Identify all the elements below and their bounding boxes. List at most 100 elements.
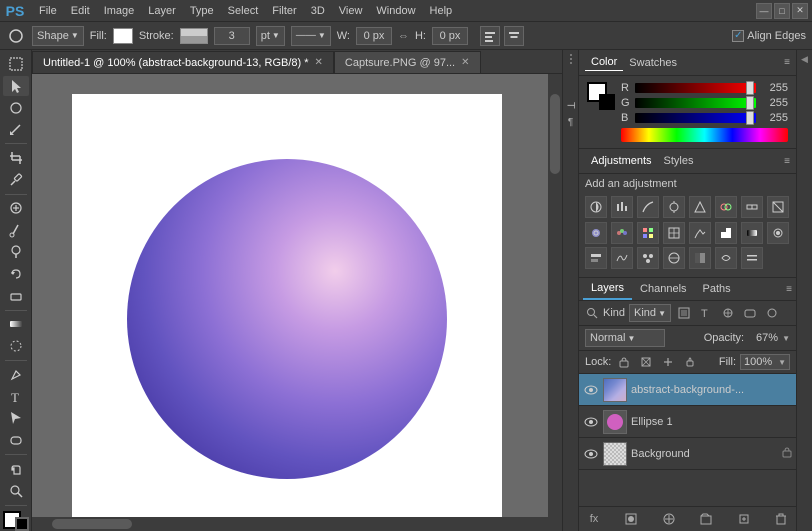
history-brush-tool[interactable] <box>3 264 29 284</box>
styles-tab[interactable]: Styles <box>658 153 700 169</box>
menu-layer[interactable]: Layer <box>141 3 183 19</box>
layer-visibility-button-ellipse[interactable] <box>583 414 599 430</box>
vertical-scrollbar-thumb[interactable] <box>550 94 560 174</box>
marquee-tool[interactable] <box>3 54 29 74</box>
type-layer-filter-button[interactable]: T <box>697 304 715 322</box>
channel-mixer-button[interactable] <box>611 222 633 244</box>
layer-item-background[interactable]: Background <box>579 438 796 470</box>
stroke-unit-dropdown[interactable]: pt ▼ <box>256 26 285 46</box>
menu-3d[interactable]: 3D <box>304 3 332 19</box>
create-group-button[interactable] <box>697 510 715 528</box>
expand-panels-button[interactable] <box>565 54 577 94</box>
width-input[interactable]: 0 px <box>356 27 392 45</box>
curves-button[interactable] <box>637 196 659 218</box>
menu-filter[interactable]: Filter <box>265 3 303 19</box>
blend-mode-dropdown[interactable]: Normal ▼ <box>585 329 665 347</box>
lock-image-button[interactable] <box>637 353 655 371</box>
layer-item-ellipse[interactable]: Ellipse 1 <box>579 406 796 438</box>
horizontal-scrollbar-thumb[interactable] <box>52 519 132 529</box>
levels-button[interactable] <box>611 196 633 218</box>
photo-filter-button[interactable] <box>585 222 607 244</box>
shape-tool[interactable] <box>3 430 29 450</box>
lock-pixels-button[interactable] <box>615 353 633 371</box>
pixel-layer-filter-button[interactable] <box>675 304 693 322</box>
brightness-contrast-button[interactable] <box>585 196 607 218</box>
horizontal-scrollbar[interactable] <box>32 517 548 531</box>
desaturate-button[interactable] <box>663 247 685 269</box>
fill-color-picker[interactable] <box>113 28 133 44</box>
eraser-tool[interactable] <box>3 286 29 306</box>
fill-value-input[interactable]: 100% ▼ <box>740 354 790 370</box>
menu-help[interactable]: Help <box>423 3 460 19</box>
menu-type[interactable]: Type <box>183 3 221 19</box>
opacity-value[interactable]: 67% <box>748 332 778 344</box>
blue-slider-thumb[interactable] <box>746 111 754 125</box>
canvas-scroll-area[interactable] <box>32 74 562 531</box>
menu-view[interactable]: View <box>332 3 370 19</box>
lock-position-button[interactable] <box>659 353 677 371</box>
paragraph-tool-side[interactable]: ¶ <box>568 117 573 128</box>
text-tool-side[interactable]: T <box>565 102 577 109</box>
exposure-button[interactable] <box>663 196 685 218</box>
shape-mode-dropdown[interactable]: Shape ▼ <box>32 26 84 46</box>
shadows-highlights-button[interactable] <box>585 247 607 269</box>
green-slider-thumb[interactable] <box>746 96 754 110</box>
red-slider[interactable] <box>635 83 756 93</box>
invert-button[interactable] <box>663 222 685 244</box>
minimize-button[interactable]: — <box>756 3 772 19</box>
path-selection-tool[interactable] <box>3 408 29 428</box>
create-layer-button[interactable] <box>735 510 753 528</box>
tab-captsure[interactable]: Captsure.PNG @ 97... ✕ <box>334 51 481 73</box>
crop-tool[interactable] <box>3 148 29 168</box>
add-mask-button[interactable] <box>622 510 640 528</box>
link-dimensions-icon[interactable]: ⇔ <box>398 30 409 42</box>
color-panel-menu-button[interactable]: ≡ <box>784 57 790 68</box>
align-edges-option[interactable]: ✓ Align Edges <box>732 30 806 42</box>
layer-visibility-button-background[interactable] <box>583 446 599 462</box>
match-color-button[interactable] <box>689 247 711 269</box>
lock-all-button[interactable] <box>681 353 699 371</box>
red-slider-thumb[interactable] <box>746 81 754 95</box>
layer-item-abstract[interactable]: abstract-background-... <box>579 374 796 406</box>
gradient-tool[interactable] <box>3 314 29 334</box>
gradient-map-button[interactable] <box>741 222 763 244</box>
delete-layer-button[interactable] <box>772 510 790 528</box>
adjustment-layer-filter-button[interactable] <box>719 304 737 322</box>
stroke-type-dropdown[interactable]: —— ▼ <box>291 26 331 46</box>
threshold-button[interactable] <box>715 222 737 244</box>
align-left-button[interactable] <box>480 26 500 46</box>
fg-bg-color-switcher[interactable] <box>3 511 29 531</box>
paths-tab[interactable]: Paths <box>695 279 739 299</box>
align-edges-checkbox[interactable]: ✓ <box>732 30 744 42</box>
channels-tab[interactable]: Channels <box>632 279 694 299</box>
smart-object-filter-button[interactable] <box>763 304 781 322</box>
equalize-button[interactable] <box>741 247 763 269</box>
vertical-scrollbar[interactable] <box>548 74 562 517</box>
align-center-button[interactable] <box>504 26 524 46</box>
add-adjustment-button[interactable] <box>660 510 678 528</box>
menu-image[interactable]: Image <box>97 3 142 19</box>
menu-window[interactable]: Window <box>369 3 422 19</box>
pen-tool[interactable] <box>3 365 29 385</box>
posterize-button[interactable] <box>689 222 711 244</box>
brush-tool[interactable] <box>3 220 29 240</box>
collapse-panels-button[interactable]: ◀ <box>801 54 808 65</box>
stroke-width-input[interactable]: 3 <box>214 27 250 45</box>
green-slider[interactable] <box>635 98 756 108</box>
close-button[interactable]: ✕ <box>792 3 808 19</box>
color-fg-bg[interactable] <box>587 82 615 110</box>
eyedropper-tool[interactable] <box>3 170 29 190</box>
hdr-toning-button[interactable] <box>611 247 633 269</box>
swatches-tab[interactable]: Swatches <box>623 55 683 71</box>
replace-color-button[interactable] <box>715 247 737 269</box>
menu-select[interactable]: Select <box>221 3 266 19</box>
shape-layer-filter-button[interactable] <box>741 304 759 322</box>
move-tool[interactable] <box>3 76 29 96</box>
menu-file[interactable]: File <box>32 3 64 19</box>
adjustments-tab[interactable]: Adjustments <box>585 153 658 169</box>
lasso-tool[interactable] <box>3 98 29 118</box>
height-input[interactable]: 0 px <box>432 27 468 45</box>
opacity-dropdown-arrow-icon[interactable]: ▼ <box>782 334 790 343</box>
color-lookup-button[interactable] <box>637 222 659 244</box>
layers-tab[interactable]: Layers <box>583 278 632 300</box>
